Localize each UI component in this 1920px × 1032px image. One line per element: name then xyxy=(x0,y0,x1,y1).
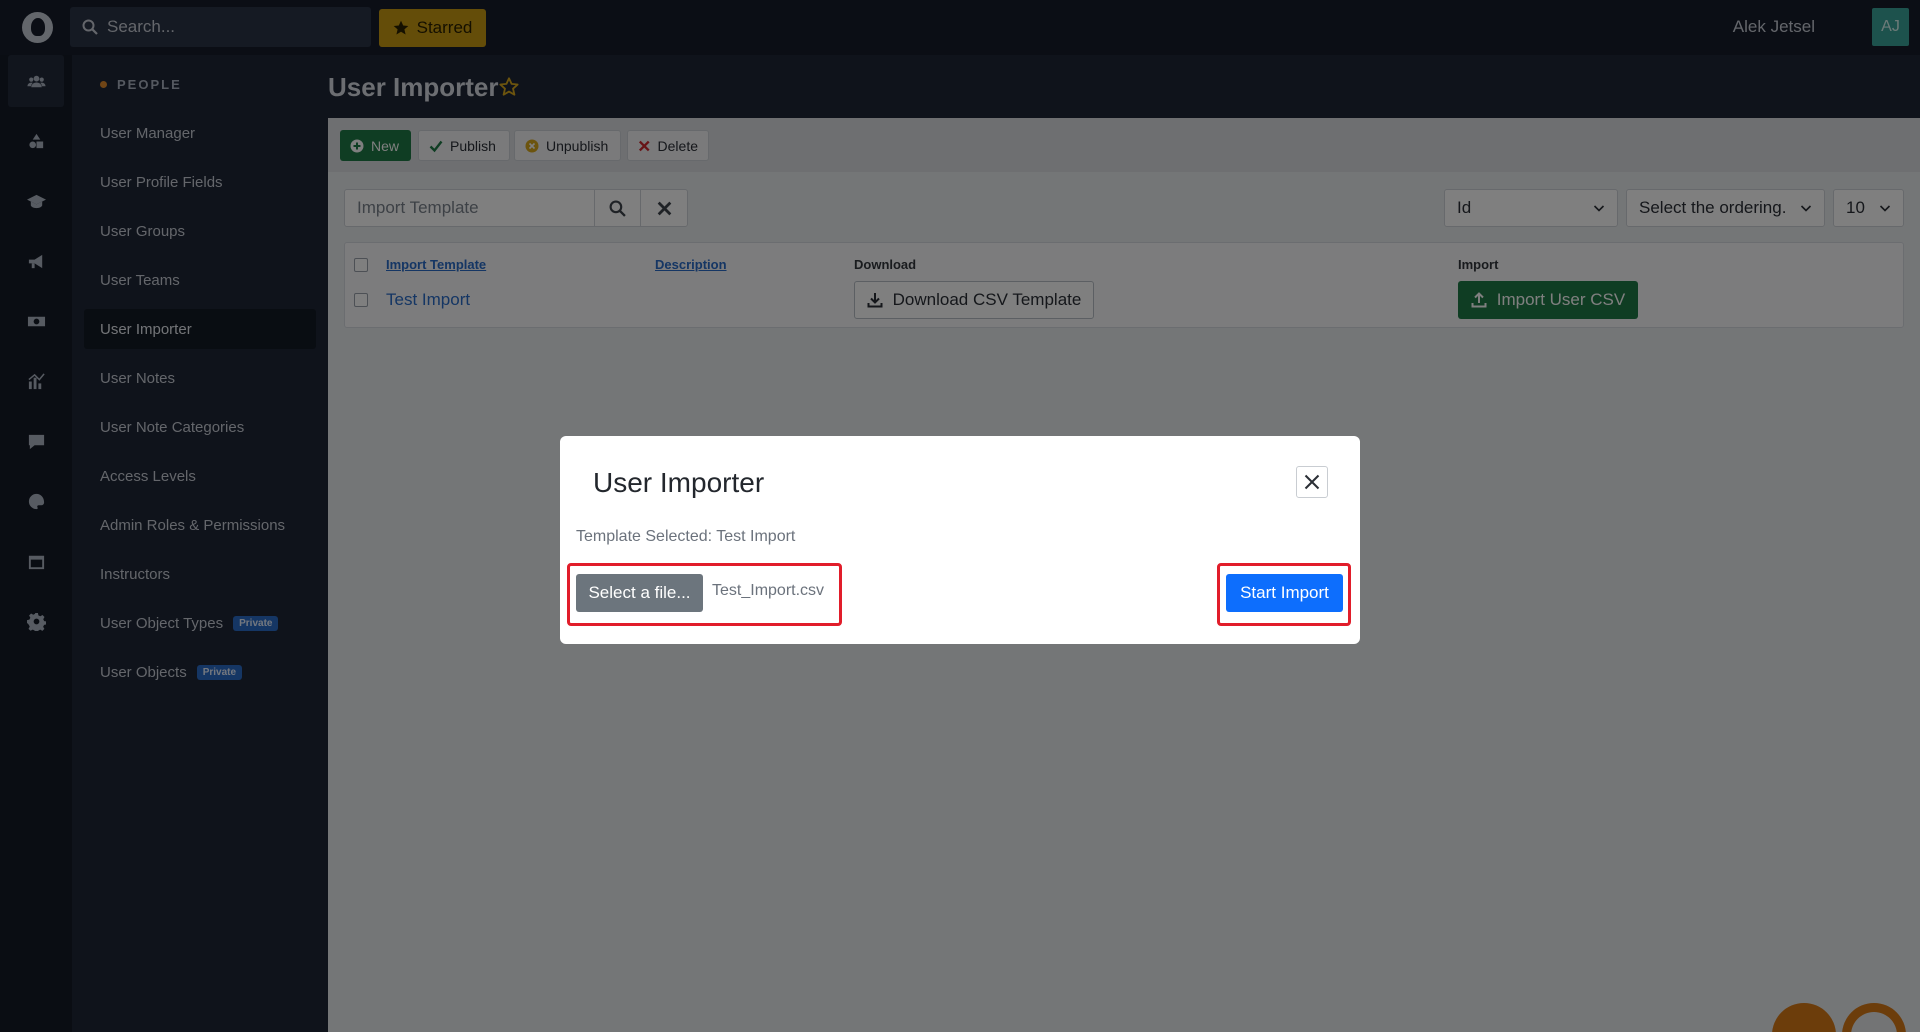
start-import-button[interactable]: Start Import xyxy=(1226,574,1343,612)
user-importer-modal: User Importer Template Selected: Test Im… xyxy=(560,436,1360,644)
modal-title: User Importer xyxy=(593,467,765,498)
selected-file-name: Test_Import.csv xyxy=(712,582,825,599)
modal-close-button[interactable] xyxy=(1296,466,1328,498)
template-selected-text: Template Selected: Test Import xyxy=(576,528,796,545)
close-icon xyxy=(1304,474,1320,490)
select-file-button[interactable]: Select a file... xyxy=(576,574,703,612)
